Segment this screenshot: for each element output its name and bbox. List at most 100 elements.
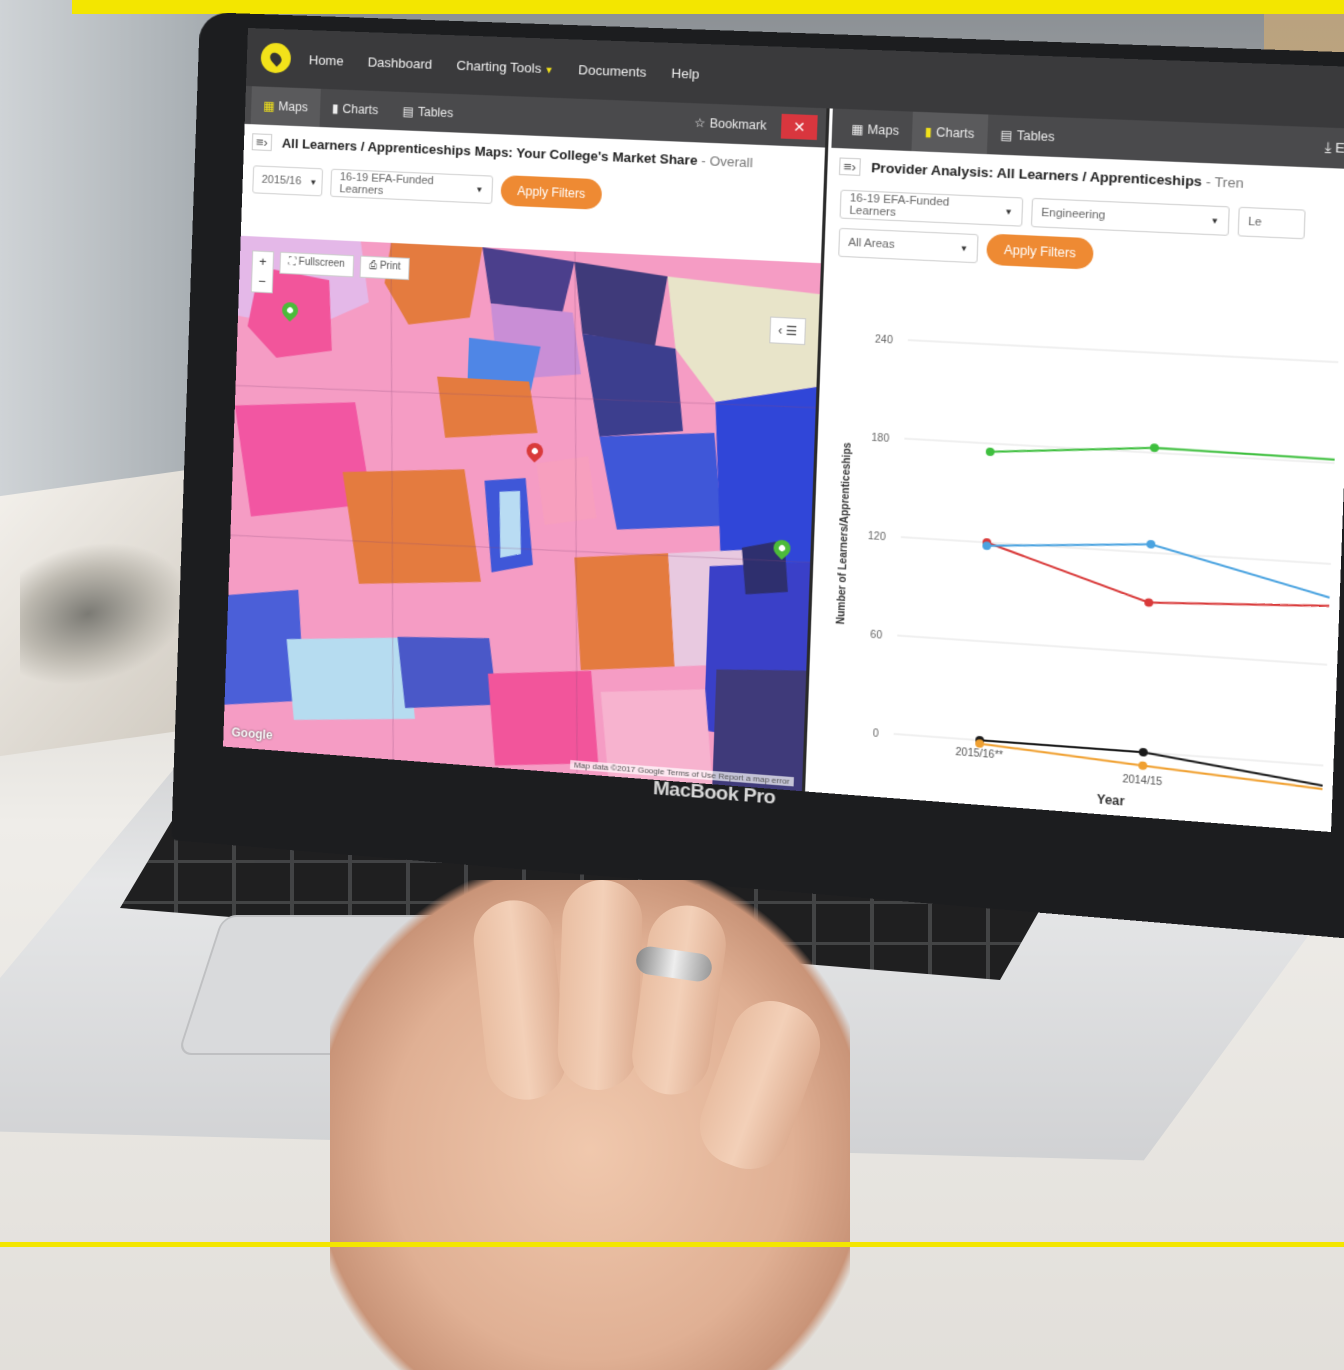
chart-title-suffix: - Tren (1205, 173, 1244, 191)
tab-tables-label: Tables (417, 104, 454, 121)
data-point (1138, 761, 1148, 771)
cohort-select[interactable]: 16-19 EFA-Funded Learners ▼ (330, 168, 494, 205)
map-icon: ▦ (262, 98, 275, 114)
x-tick-label: 2015/16** (955, 747, 1003, 762)
close-panel-button[interactable]: ✕ (780, 113, 818, 140)
fullscreen-button[interactable]: ⛶ Fullscreen (279, 251, 355, 278)
y-tick-label: 240 (875, 334, 894, 346)
print-icon: ⎙ (368, 259, 381, 272)
chart-title: Provider Analysis: All Learners / Appren… (871, 159, 1244, 190)
subject-select-value: Engineering (1041, 206, 1106, 223)
tab-tables[interactable]: ▤ Tables (986, 115, 1068, 158)
photo-scene: MacBook Pro Home Dashboard Charting Tool… (0, 0, 1344, 1370)
y-tick-label: 180 (871, 433, 890, 445)
zoom-out-button[interactable]: − (252, 271, 273, 292)
series-line (990, 439, 1335, 472)
y-tick-label: 60 (870, 630, 883, 642)
chart-panel: ▦ Maps ▮ Charts ▤ Tables ⤓ E ≡› Provider An… (808, 108, 1344, 833)
tab-tables-label: Tables (1016, 128, 1055, 145)
data-point (1138, 747, 1148, 757)
bookmark-button[interactable]: ☆ Bookmark (694, 116, 767, 133)
zoom-in-button[interactable]: + (252, 251, 273, 272)
download-label: E (1335, 139, 1344, 156)
chevron-down-icon: ▼ (1004, 206, 1014, 217)
tab-maps[interactable]: ▦ Maps (250, 86, 321, 127)
download-button[interactable]: ⤓ E (1324, 139, 1344, 157)
zoom-controls: + − (250, 250, 275, 294)
nav-charting-tools-label: Charting Tools (456, 57, 542, 76)
year-select-value: 2015/16 (261, 173, 302, 188)
yellow-band (72, 0, 1344, 14)
area-select-value: All Areas (848, 236, 895, 252)
series-line (986, 534, 1331, 597)
menu-toggle-icon[interactable]: ≡› (251, 132, 273, 151)
tab-charts-label: Charts (935, 125, 975, 142)
x-axis-label: Year (1097, 792, 1126, 809)
chevron-down-icon: ▼ (959, 243, 969, 253)
nav-home[interactable]: Home (309, 52, 344, 68)
choropleth-map[interactable]: + − ⛶ Fullscreen ⎙ Print ‹ ☰ Google Map … (223, 235, 821, 792)
nav-help[interactable]: Help (671, 65, 700, 81)
data-point (1144, 598, 1154, 608)
layers-toggle-button[interactable]: ‹ ☰ (769, 316, 807, 346)
level-select[interactable]: Le (1237, 206, 1306, 240)
tab-tables[interactable]: ▤ Tables (390, 92, 466, 133)
line-chart-svg: 0 60 120 180 240 2015/16** 2014/15 Number of Le… (836, 334, 1344, 832)
print-label: Print (379, 260, 401, 273)
menu-toggle-icon[interactable]: ≡› (838, 156, 861, 176)
area-select[interactable]: All Areas ▼ (838, 227, 979, 264)
y-tick-label: 0 (872, 728, 879, 740)
x-tick-label: 2014/15 (1122, 774, 1163, 789)
tab-charts[interactable]: ▮ Charts (319, 89, 391, 130)
data-point (1149, 443, 1159, 453)
data-point (985, 447, 995, 457)
year-select[interactable]: 2015/16 ▼ (252, 165, 324, 197)
apply-filters-button[interactable]: Apply Filters (500, 174, 603, 210)
bar-chart-icon: ▮ (331, 101, 339, 116)
app-logo-icon[interactable] (260, 42, 292, 74)
layers-icon: ☰ (785, 323, 798, 339)
bookmark-label: Bookmark (709, 116, 767, 133)
line-chart: 0 60 120 180 240 2015/16** 2014/15 Number of Le… (808, 315, 1344, 832)
gridline (897, 635, 1327, 664)
nav-dashboard[interactable]: Dashboard (368, 54, 433, 71)
chevron-down-icon: ▼ (475, 184, 484, 194)
gridline (904, 439, 1334, 463)
chevron-down-icon: ▼ (544, 64, 554, 75)
subject-select[interactable]: Engineering ▼ (1030, 197, 1230, 236)
fullscreen-label: Fullscreen (298, 256, 345, 270)
map-icon: ▦ (851, 121, 864, 137)
nav-documents[interactable]: Documents (578, 62, 647, 80)
app-screen: Home Dashboard Charting Tools ▼ Documents… (223, 28, 1344, 833)
tab-maps-label: Maps (867, 122, 900, 139)
tab-charts[interactable]: ▮ Charts (911, 111, 988, 155)
y-tick-label: 120 (868, 531, 887, 544)
apply-filters-button[interactable]: Apply Filters (986, 233, 1094, 270)
tab-charts-label: Charts (342, 101, 379, 118)
data-point (1146, 539, 1156, 549)
yellow-divider (0, 1242, 1344, 1247)
print-button[interactable]: ⎙ Print (359, 255, 411, 281)
star-icon: ☆ (693, 115, 706, 131)
chart-title-main: Provider Analysis: All Learners / Appren… (870, 159, 1203, 189)
chevron-left-icon: ‹ (777, 323, 783, 338)
y-axis-label: Number of Learners/Apprenticeships (836, 442, 854, 625)
close-icon: ✕ (792, 117, 806, 135)
level-select-value: Le (1247, 215, 1263, 229)
cohort-select[interactable]: 16-19 EFA-Funded Learners ▼ (839, 189, 1024, 227)
cohort-select-value: 16-19 EFA-Funded Learners (849, 192, 950, 219)
cohort-select-value: 16-19 EFA-Funded Learners (339, 171, 434, 198)
nav-charting-tools[interactable]: Charting Tools ▼ (456, 57, 554, 76)
map-controls: + − ⛶ Fullscreen ⎙ Print (250, 250, 411, 300)
fullscreen-icon: ⛶ (288, 256, 299, 268)
gridline (908, 340, 1338, 362)
tab-maps[interactable]: ▦ Maps (838, 109, 913, 151)
table-icon: ▤ (999, 127, 1013, 143)
map-title-suffix: - Overall (701, 152, 754, 170)
bar-chart-icon: ▮ (924, 124, 933, 140)
chevron-down-icon: ▼ (309, 177, 318, 187)
map-panel: ▦ Maps ▮ Charts ▤ Tables ☆ Bookmark ✕ ≡› All… (223, 85, 830, 792)
table-icon: ▤ (402, 104, 415, 119)
map-regions (223, 235, 821, 792)
tab-maps-label: Maps (278, 99, 309, 115)
